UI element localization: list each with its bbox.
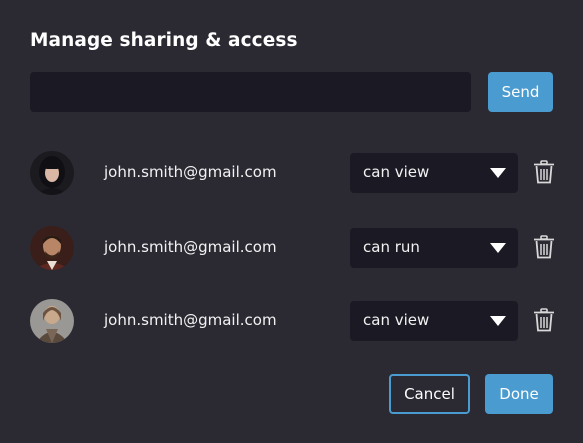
permission-select[interactable]: can view [350,153,518,193]
share-dialog: Manage sharing & access Send john.smith@… [0,0,583,443]
user-row: john.smith@gmail.com can view [0,151,583,197]
permission-value: can view [363,163,430,181]
caret-down-icon [490,168,506,178]
user-row: john.smith@gmail.com can run [0,226,583,272]
trash-icon[interactable] [533,235,555,259]
dialog-title: Manage sharing & access [30,30,298,51]
user-row: john.smith@gmail.com can view [0,299,583,345]
send-button[interactable]: Send [488,72,553,112]
user-email: john.smith@gmail.com [104,238,277,256]
permission-value: can run [363,238,420,256]
caret-down-icon [490,243,506,253]
permission-select[interactable]: can run [350,228,518,268]
trash-icon[interactable] [533,160,555,184]
permission-value: can view [363,311,430,329]
avatar [30,299,74,343]
avatar [30,151,74,195]
cancel-button[interactable]: Cancel [389,374,470,414]
share-email-input[interactable] [30,72,471,112]
caret-down-icon [490,316,506,326]
permission-select[interactable]: can view [350,301,518,341]
trash-icon[interactable] [533,308,555,332]
user-email: john.smith@gmail.com [104,311,277,329]
done-button[interactable]: Done [485,374,553,414]
user-email: john.smith@gmail.com [104,163,277,181]
avatar [30,226,74,270]
